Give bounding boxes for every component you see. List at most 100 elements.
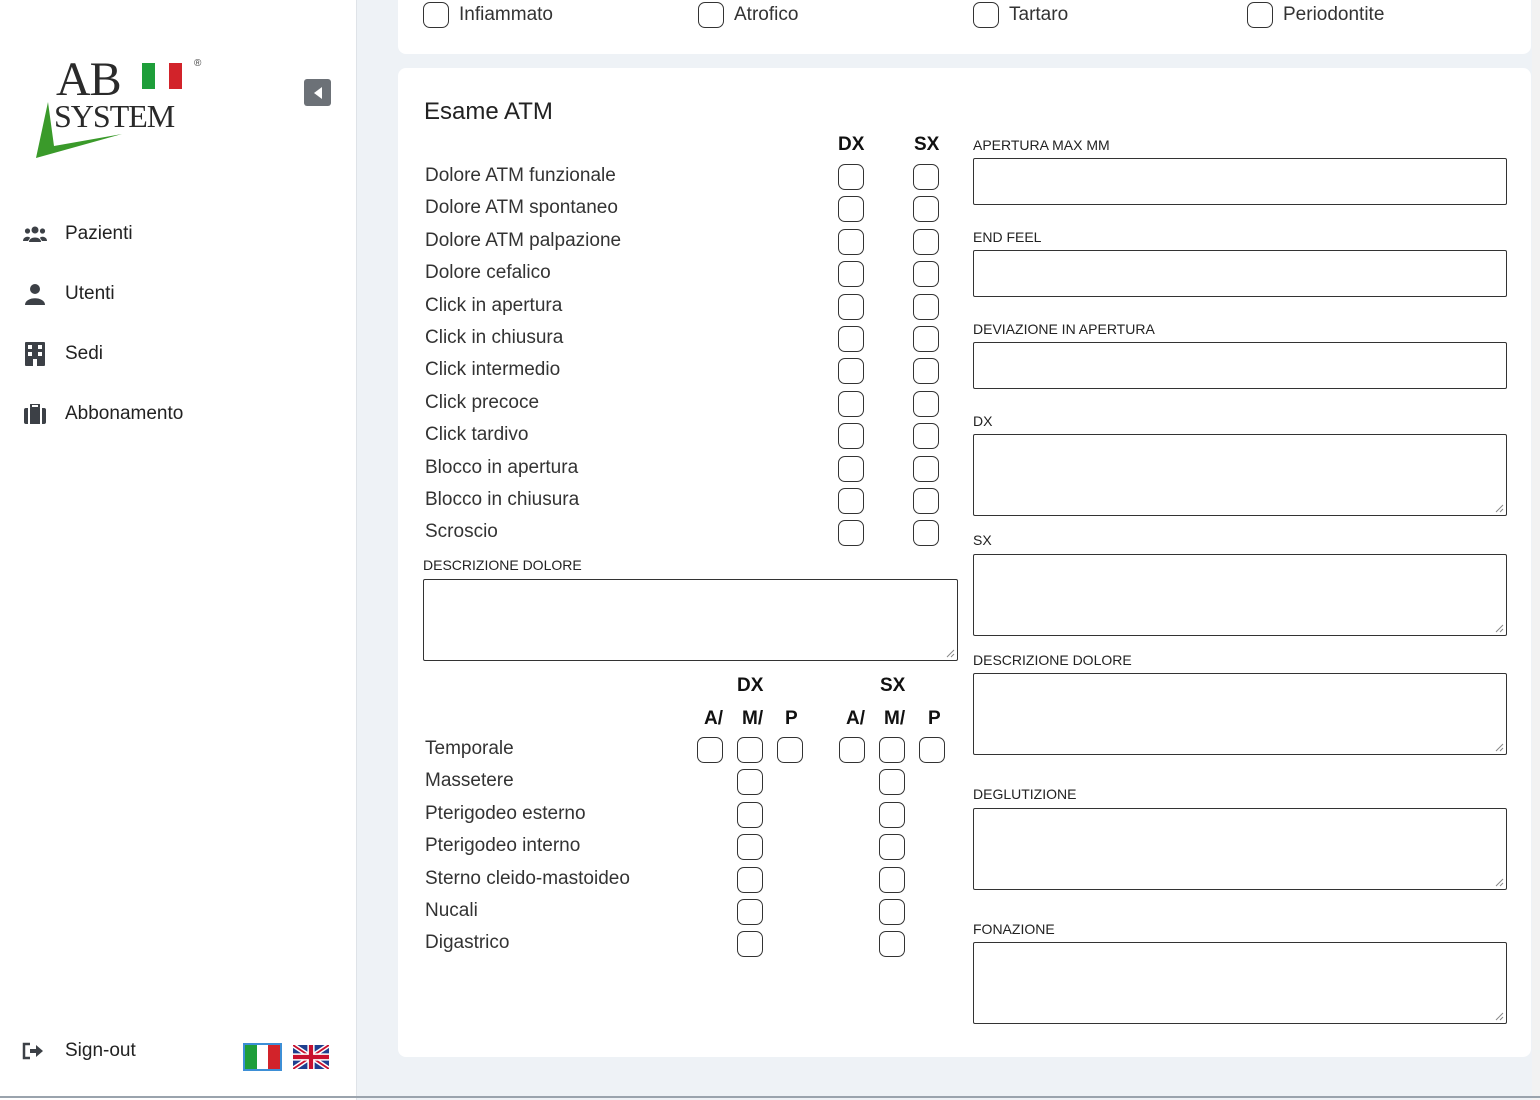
muscle-checkbox[interactable] (737, 802, 763, 828)
atm-dx-checkbox[interactable] (838, 456, 864, 482)
sidebar-item-utenti[interactable]: Utenti (22, 264, 183, 324)
checkbox-label: Tartaro (1009, 4, 1069, 25)
muscle-checkbox[interactable] (879, 737, 905, 763)
muscle-checkbox[interactable] (697, 737, 723, 763)
atm-dx-checkbox[interactable] (838, 358, 864, 384)
muscle-checkbox[interactable] (919, 737, 945, 763)
checkbox-tartaro[interactable]: Tartaro (973, 2, 1068, 28)
muscles-sub-a-sx: A/ (846, 708, 865, 729)
signout-button[interactable]: Sign-out (22, 1040, 136, 1062)
atm-sx-checkbox[interactable] (913, 358, 939, 384)
resize-handle-icon[interactable] (1495, 504, 1504, 513)
atm-dx-checkbox[interactable] (838, 229, 864, 255)
atm-sx-checkbox[interactable] (913, 423, 939, 449)
descrizione-dolore-textarea[interactable] (423, 579, 958, 661)
sx-textarea[interactable] (973, 554, 1507, 636)
atm-sx-checkbox[interactable] (913, 488, 939, 514)
logo-registered-mark: ® (194, 58, 202, 69)
muscle-checkbox[interactable] (879, 802, 905, 828)
checkbox-label: Atrofico (734, 4, 799, 25)
atm-dx-checkbox[interactable] (838, 196, 864, 222)
atm-sx-checkbox[interactable] (913, 391, 939, 417)
muscles-sub-a-dx: A/ (704, 708, 723, 729)
atm-row-label: Click precoce (425, 392, 540, 413)
muscle-checkbox[interactable] (879, 899, 905, 925)
bottom-border (0, 1096, 1540, 1098)
atm-row-label: Dolore ATM funzionale (425, 165, 616, 186)
checkbox-infiammato[interactable]: Infiammato (423, 2, 553, 28)
atm-row-label: Dolore ATM spontaneo (425, 197, 618, 218)
atm-dx-checkbox[interactable] (838, 294, 864, 320)
muscles-sub-p-dx: P (785, 708, 798, 729)
resize-handle-icon[interactable] (1495, 624, 1504, 633)
fonazione-textarea[interactable] (973, 942, 1507, 1024)
muscle-checkbox[interactable] (737, 834, 763, 860)
atm-sx-checkbox[interactable] (913, 196, 939, 222)
muscle-checkbox[interactable] (737, 867, 763, 893)
checkbox[interactable] (698, 2, 724, 28)
checkbox[interactable] (423, 2, 449, 28)
atm-dx-checkbox[interactable] (838, 391, 864, 417)
checkbox[interactable] (1247, 2, 1273, 28)
atm-row-label: Click intermedio (425, 359, 561, 380)
sidebar-item-pazienti[interactable]: Pazienti (22, 204, 183, 264)
atm-row-label: Blocco in apertura (425, 457, 579, 478)
uk-flag-icon[interactable] (293, 1045, 329, 1069)
atm-sx-checkbox[interactable] (913, 520, 939, 546)
signout-label: Sign-out (65, 1040, 136, 1061)
atm-sx-checkbox[interactable] (913, 456, 939, 482)
deglutizione-label: DEGLUTIZIONE (973, 786, 1077, 802)
atm-row-label: Click in chiusura (425, 327, 564, 348)
muscle-checkbox[interactable] (879, 931, 905, 957)
sidebar-item-abbonamento[interactable]: Abbonamento (22, 384, 183, 444)
atm-dx-checkbox[interactable] (838, 261, 864, 287)
end-feel-input[interactable] (973, 250, 1507, 297)
resize-handle-icon[interactable] (1495, 1012, 1504, 1021)
user-icon (22, 281, 48, 307)
dx-textarea[interactable] (973, 434, 1507, 516)
muscle-checkbox[interactable] (839, 737, 865, 763)
muscle-checkbox[interactable] (879, 769, 905, 795)
muscle-checkbox[interactable] (737, 899, 763, 925)
page-scrollbar[interactable] (1532, 0, 1540, 1100)
deviazione-input[interactable] (973, 342, 1507, 389)
muscle-checkbox[interactable] (737, 737, 763, 763)
atm-row-label: Scroscio (425, 521, 498, 542)
checkbox[interactable] (973, 2, 999, 28)
atm-sx-checkbox[interactable] (913, 261, 939, 287)
atm-sx-checkbox[interactable] (913, 229, 939, 255)
muscle-row-label: Temporale (425, 738, 514, 759)
muscle-checkbox[interactable] (777, 737, 803, 763)
atm-sx-checkbox[interactable] (913, 326, 939, 352)
column-header-sx: SX (914, 134, 940, 155)
apertura-max-input[interactable] (973, 158, 1507, 205)
muscle-checkbox[interactable] (737, 931, 763, 957)
muscle-checkbox[interactable] (879, 867, 905, 893)
atm-dx-checkbox[interactable] (838, 326, 864, 352)
sidebar-collapse-button[interactable] (304, 79, 331, 106)
muscle-row-label: Digastrico (425, 932, 510, 953)
muscle-row-label: Sterno cleido-mastoideo (425, 868, 630, 889)
sidebar-item-sedi[interactable]: Sedi (22, 324, 183, 384)
atm-sx-checkbox[interactable] (913, 294, 939, 320)
atm-dx-checkbox[interactable] (838, 488, 864, 514)
italian-flag-icon[interactable] (243, 1043, 282, 1071)
atm-dx-checkbox[interactable] (838, 164, 864, 190)
dx-label: DX (973, 413, 993, 429)
atm-dx-checkbox[interactable] (838, 423, 864, 449)
descrizione-dolore-right-textarea[interactable] (973, 673, 1507, 755)
deglutizione-textarea[interactable] (973, 808, 1507, 890)
atm-sx-checkbox[interactable] (913, 164, 939, 190)
atm-dx-checkbox[interactable] (838, 520, 864, 546)
checkbox-periodontite[interactable]: Periodontite (1247, 2, 1384, 28)
app-logo: AB ® SYSTEM (30, 50, 210, 162)
resize-handle-icon[interactable] (946, 649, 955, 658)
muscle-checkbox[interactable] (879, 834, 905, 860)
resize-handle-icon[interactable] (1495, 878, 1504, 887)
sidebar-item-label: Utenti (65, 283, 115, 304)
checkbox-atrofico[interactable]: Atrofico (698, 2, 798, 28)
resize-handle-icon[interactable] (1495, 743, 1504, 752)
sidebar-item-label: Abbonamento (65, 403, 184, 424)
muscle-checkbox[interactable] (737, 769, 763, 795)
sign-out-icon (22, 1042, 48, 1060)
